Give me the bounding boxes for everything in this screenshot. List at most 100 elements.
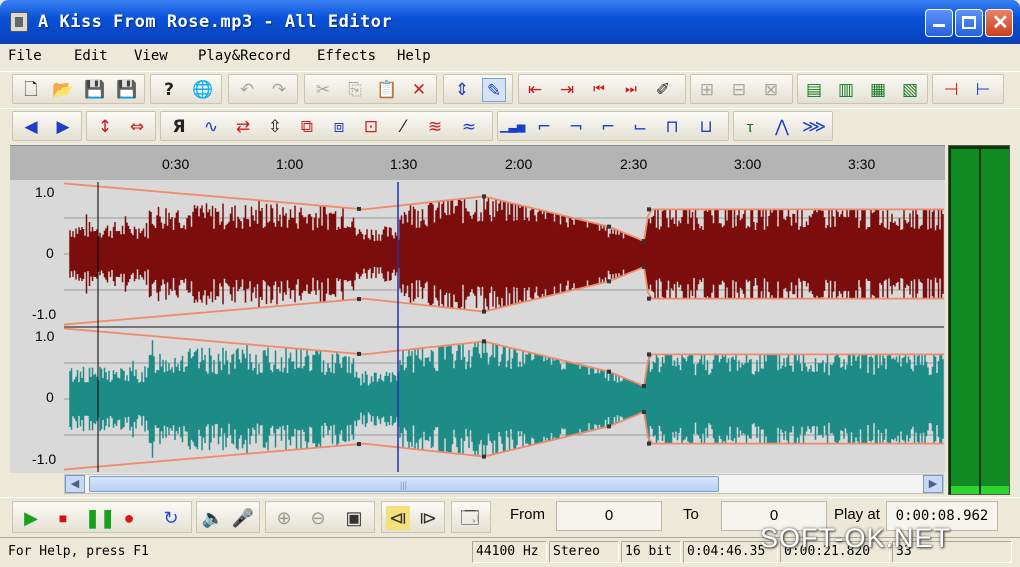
invert-icon[interactable]: ∿ xyxy=(199,115,223,139)
envelope-point[interactable] xyxy=(642,239,646,244)
cut-icon[interactable]: ✂ xyxy=(311,78,335,102)
menu-play-record[interactable]: Play&Record xyxy=(198,48,291,64)
window-icon[interactable]: 🗔 xyxy=(458,506,482,530)
envelope-point[interactable] xyxy=(607,369,611,374)
eq-icon[interactable]: ▁▃▅ xyxy=(500,115,525,139)
envelope-point[interactable] xyxy=(647,352,651,357)
envelope-point[interactable] xyxy=(607,424,611,429)
zoom-out-icon[interactable]: ⊖ xyxy=(306,506,330,530)
filter-notch-icon[interactable]: ⊓ xyxy=(660,115,684,139)
envelope-point[interactable] xyxy=(647,441,651,446)
app-icon[interactable] xyxy=(10,12,28,32)
record-icon[interactable]: ● xyxy=(117,506,141,530)
filter-highpass-icon[interactable]: ¬ xyxy=(564,115,588,139)
zoom-selection-icon[interactable]: ▧ xyxy=(898,78,922,102)
envelope-point[interactable] xyxy=(357,206,361,211)
new-file-icon[interactable]: 🗋 xyxy=(19,78,43,102)
stretch-icon[interactable]: ⇳ xyxy=(263,115,287,139)
mark-end-icon[interactable]: ⇥ xyxy=(555,78,579,102)
envelope-point[interactable] xyxy=(482,309,486,314)
envelope-point[interactable] xyxy=(642,409,646,414)
vibrato-icon[interactable]: ≋ xyxy=(423,115,447,139)
horizontal-scrollbar[interactable]: ◀ ||| ▶ xyxy=(64,474,944,494)
filter-custom-icon[interactable]: ⊔ xyxy=(694,115,718,139)
maximize-button[interactable] xyxy=(955,9,983,37)
menu-view[interactable]: View xyxy=(134,48,168,64)
envelope-point[interactable] xyxy=(357,351,361,356)
pitch-icon[interactable]: ⋀ xyxy=(770,115,794,139)
trim-icon[interactable]: ⊟ xyxy=(727,78,751,102)
menu-edit[interactable]: Edit xyxy=(74,48,108,64)
fade-in-icon[interactable]: ◀ xyxy=(19,115,43,139)
microphone-icon[interactable]: 🎤 xyxy=(231,506,255,530)
delay-icon[interactable]: ⧈ xyxy=(327,115,351,139)
echo-icon[interactable]: ⧉ xyxy=(295,115,319,139)
envelope-point[interactable] xyxy=(607,279,611,284)
loop-icon[interactable]: ↻ xyxy=(159,506,183,530)
insert-silence-icon[interactable]: ⊞ xyxy=(695,78,719,102)
copy-icon[interactable]: ⎘ xyxy=(343,78,367,102)
zoom-out-horizontal-icon[interactable]: ⊢ xyxy=(971,78,995,102)
speaker-icon[interactable]: 🔈 xyxy=(201,506,225,530)
zoom-in-horizontal-icon[interactable]: ⊣ xyxy=(939,78,963,102)
tempo-icon[interactable]: ⲧ xyxy=(738,115,762,139)
stop-icon[interactable]: ■ xyxy=(51,506,75,530)
marker-tool-icon[interactable]: ✐ xyxy=(651,78,675,102)
envelope-point[interactable] xyxy=(642,264,646,269)
pause-icon[interactable]: ❚❚ xyxy=(85,506,115,530)
snap-right-icon[interactable]: ⧐ xyxy=(416,506,440,530)
envelope-edit-icon[interactable]: ✎ xyxy=(482,78,506,102)
envelope-point[interactable] xyxy=(607,224,611,229)
flanger-icon[interactable]: ⊡ xyxy=(359,115,383,139)
envelope-point[interactable] xyxy=(642,384,646,389)
open-folder-icon[interactable]: 📂 xyxy=(51,78,75,102)
menu-file[interactable]: File xyxy=(8,48,42,64)
reverse-icon[interactable]: Я xyxy=(167,115,191,139)
envelope-point[interactable] xyxy=(357,297,361,302)
paste-icon[interactable]: 📋 xyxy=(375,78,399,102)
go-start-icon[interactable]: ⏮ xyxy=(587,78,611,102)
play-icon[interactable]: ▶ xyxy=(19,506,43,530)
scroll-thumb[interactable]: ||| xyxy=(89,476,719,492)
noise-icon[interactable]: ≈ xyxy=(457,115,481,139)
timeline-ruler[interactable]: 0:30 1:00 1:30 2:00 2:30 3:00 3:30 xyxy=(10,145,945,180)
redo-icon[interactable]: ↷ xyxy=(267,78,291,102)
view-icon[interactable]: ▣ xyxy=(342,506,366,530)
fade-out-icon[interactable]: ▶ xyxy=(51,115,75,139)
normalize-icon[interactable]: ⇔ xyxy=(125,115,149,139)
select-tool-icon[interactable]: ⇕ xyxy=(450,78,474,102)
filter-lowpass-icon[interactable]: ⌐ xyxy=(532,115,556,139)
from-field[interactable]: 0 xyxy=(556,501,662,531)
minimize-button[interactable] xyxy=(925,9,953,37)
menu-help[interactable]: Help xyxy=(397,48,431,64)
envelope-point[interactable] xyxy=(482,454,486,459)
web-icon[interactable]: 🌐 xyxy=(191,78,215,102)
filter-bandpass-icon[interactable]: ⌐ xyxy=(596,115,620,139)
zoom-in-icon[interactable]: ⊕ xyxy=(272,506,296,530)
chorus-icon[interactable]: ⁄ xyxy=(391,115,415,139)
envelope-point[interactable] xyxy=(482,194,486,199)
waveform-display[interactable] xyxy=(64,182,944,472)
close-button[interactable]: ✕ xyxy=(985,9,1013,37)
go-end-icon[interactable]: ⏭ xyxy=(619,78,643,102)
envelope-point[interactable] xyxy=(647,207,651,212)
filter-bandstop-icon[interactable]: ⌙ xyxy=(628,115,652,139)
zoom-fit-icon[interactable]: ▦ xyxy=(866,78,890,102)
save-icon[interactable]: 💾 xyxy=(83,78,107,102)
save-as-icon[interactable]: 💾 xyxy=(115,78,139,102)
mark-start-icon[interactable]: ⇤ xyxy=(523,78,547,102)
envelope-point[interactable] xyxy=(357,442,361,447)
amplify-icon[interactable]: ↕ xyxy=(93,115,117,139)
crop-icon[interactable]: ⊠ xyxy=(759,78,783,102)
undo-icon[interactable]: ↶ xyxy=(235,78,259,102)
help-icon[interactable]: ? xyxy=(157,78,181,102)
spectrum-icon[interactable]: ⋙ xyxy=(802,115,826,139)
menu-effects[interactable]: Effects xyxy=(317,48,376,64)
zoom-in-vertical-icon[interactable]: ▤ xyxy=(802,78,826,102)
envelope-point[interactable] xyxy=(647,296,651,301)
envelope-point[interactable] xyxy=(482,339,486,344)
swap-channels-icon[interactable]: ⇄ xyxy=(231,115,255,139)
delete-icon[interactable]: ✕ xyxy=(407,78,431,102)
scroll-left-button[interactable]: ◀ xyxy=(65,475,85,493)
snap-left-icon[interactable]: ⧏ xyxy=(386,506,410,530)
